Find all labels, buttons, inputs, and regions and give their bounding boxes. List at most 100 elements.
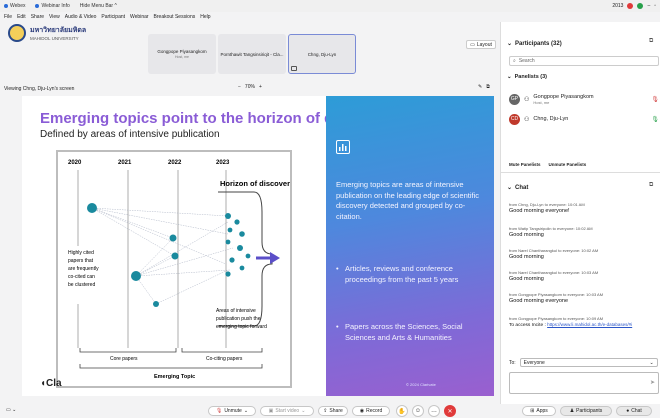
zoom-in-button[interactable]: + [259, 84, 262, 90]
hand-icon: ✋ [398, 408, 406, 415]
slide-right-panel: Emerging topics are areas of intensive p… [326, 96, 494, 396]
menu-webinar[interactable]: Webinar [130, 14, 149, 20]
mic-icon[interactable]: 🎙 [651, 116, 659, 123]
chat-link[interactable]: https://www.li.mahidol.ac.th/e-databases… [547, 322, 632, 327]
emerging-node [227, 227, 233, 233]
record-button[interactable]: ◉ Record [352, 406, 390, 416]
menu-share[interactable]: Share [31, 14, 44, 20]
chat-header[interactable]: ⌄ Chat [507, 184, 528, 192]
core-papers-label: Core papers [110, 356, 138, 362]
zoom-level: 70% [244, 84, 255, 90]
chat-message: from Gongpope Piyasangkom to everyone: 1… [509, 316, 659, 328]
reactions-button[interactable]: ✋ [396, 405, 408, 417]
thumbnail-host[interactable]: Gongpope Piyasangkom Host, me [148, 34, 216, 74]
chat-sender: from Gongpope Piyasangkom to everyone: 1… [509, 316, 604, 321]
viewing-tools: ✎ ⧉ [478, 84, 490, 90]
emerging-topic-label: Emerging Topic [154, 374, 195, 380]
forward-arrow-icon [270, 252, 280, 264]
menu-file[interactable]: File [4, 14, 12, 20]
clarivate-logo: ◖Cla [40, 378, 62, 389]
emerging-node [229, 257, 235, 263]
panelist-row[interactable]: GP ⚇ Gongpope Piyasangkom Host, me 🎙 [509, 90, 659, 108]
menu-help[interactable]: Help [200, 14, 210, 20]
emerging-node [237, 245, 243, 251]
emerging-node [245, 253, 251, 259]
info-icon [35, 4, 40, 8]
emerging-topic-diagram: 2020 2021 2022 2023 Horizon of discovery [56, 150, 295, 388]
slide-copyright: © 2024 Clarivate [406, 382, 436, 387]
chat-text-prefix: To access Incite : [509, 323, 546, 328]
recipient-select[interactable]: Everyone ⌄ [519, 358, 658, 367]
participant-thumbnails: Gongpope Piyasangkom Host, me Pornthawit… [148, 34, 356, 74]
thumbnail-presenter[interactable]: Chng, Dju-Lyn [288, 34, 356, 74]
start-video-button[interactable]: ▣ Start video ⌄ [260, 406, 314, 416]
core-paper-node [131, 271, 141, 281]
mute-panelists-button[interactable]: Mute Panelists [509, 162, 541, 167]
popout-icon[interactable]: ⧉ [649, 38, 653, 45]
unmute-button[interactable]: 🎙 Unmute ⌄ [208, 406, 256, 416]
meeting-time: 2013 [612, 3, 624, 9]
zoom-out-button[interactable]: − [238, 84, 241, 90]
org-name: มหาวิทยาลัยมหิดล [30, 27, 87, 34]
menu-participant[interactable]: Participant [101, 14, 125, 20]
layout-icon: ▭ [470, 41, 475, 48]
participants-title: Participants (32) [515, 40, 562, 47]
participants-icon: ♟ [569, 408, 575, 414]
share-button[interactable]: ⇪ Share [318, 406, 348, 416]
menu-view[interactable]: View [49, 14, 60, 20]
more-options-button[interactable]: … [428, 405, 440, 417]
unmute-panelists-button[interactable]: Unmute Panelists [549, 162, 587, 167]
thumbnail-name: Chng, Dju-Lyn [307, 51, 337, 57]
participants-button[interactable]: ♟ Participants [560, 406, 612, 416]
panelist-row[interactable]: CD ⚇ Chng, Dju-Lyn 🎙 [509, 110, 659, 128]
menu-edit[interactable]: Edit [17, 14, 26, 20]
layout-button[interactable]: ▭ Layout [466, 40, 496, 49]
chat-sender: from Chng, Dju-Lyn to everyone: 10:01 AM [509, 202, 585, 207]
thumbnail-participant[interactable]: Pornthawit Tangsinsiriqit - Cla... [218, 34, 286, 74]
slide-bullet: Articles, reviews and conference proceed… [336, 264, 486, 285]
participant-search-input[interactable]: ⌕ Search [509, 56, 659, 66]
apps-quick-button[interactable]: ☺ [412, 405, 424, 417]
send-icon[interactable]: ➤ [650, 379, 655, 386]
muted-mic-icon[interactable]: 🎙 [651, 96, 659, 103]
slide-paragraph: Emerging topics are areas of intensive p… [336, 180, 480, 221]
window-title-bar: Webex Webinar Info Hide Menu Bar ^ 2013 … [0, 0, 660, 12]
leave-meeting-button[interactable]: ✕ [444, 405, 456, 417]
hide-menu-bar-button[interactable]: Hide Menu Bar ^ [80, 3, 117, 9]
emerging-topic-bracket [79, 364, 263, 369]
chat-icon: ● [626, 408, 630, 414]
chat-text: To access Incite : https://www.li.mahido… [509, 322, 659, 328]
year-label: 2022 [168, 160, 182, 166]
share-icon: ⇪ [323, 408, 328, 414]
chat-recipient: To: Everyone ⌄ [509, 358, 658, 367]
closed-captions-icon[interactable]: ▭ ⌄ [6, 407, 16, 413]
chat-message: from Watip Tangsiripolin to everyone: 10… [509, 226, 659, 238]
popout-icon[interactable]: ⧉ [649, 182, 653, 189]
menu-audio-video[interactable]: Audio & Video [65, 14, 97, 20]
participants-label: Participants [576, 408, 603, 414]
chat-text: Good morning everyone [509, 298, 569, 304]
participants-header[interactable]: ⌄ Participants (32) [507, 40, 562, 48]
annotate-icon[interactable]: ✎ [478, 84, 482, 90]
chat-sender: from Narel Chantharangkul to everyone: 1… [509, 270, 599, 275]
slide-bullet: Papers across the Sciences, Social Scien… [336, 322, 486, 343]
areas-label: Areas of intensive publication push the em… [216, 308, 267, 330]
emerging-node [239, 231, 245, 237]
more-icon: … [431, 408, 437, 414]
year-label: 2023 [216, 160, 230, 166]
co-citing-node [153, 301, 159, 307]
webex-menu[interactable]: Webex [4, 3, 25, 9]
chat-text: Good morning [509, 232, 544, 238]
popout-icon[interactable]: ⧉ [486, 84, 490, 90]
minimize-icon[interactable]: – [647, 3, 650, 9]
chevron-down-icon: ⌄ [507, 185, 513, 191]
menu-breakout[interactable]: Breakout Sessions [154, 14, 196, 20]
apps-button[interactable]: ⊞ Apps [522, 406, 556, 416]
chat-message-input[interactable]: ➤ [509, 372, 659, 394]
chat-button[interactable]: ● Chat [616, 406, 652, 416]
panelists-header[interactable]: ⌄ Panelists (3) [507, 74, 547, 80]
layout-label: Layout [476, 41, 492, 48]
maximize-icon[interactable]: ▫ [654, 3, 656, 9]
panelists-title: Panelists (3) [514, 74, 548, 80]
webinar-info-menu[interactable]: Webinar Info [35, 3, 70, 9]
